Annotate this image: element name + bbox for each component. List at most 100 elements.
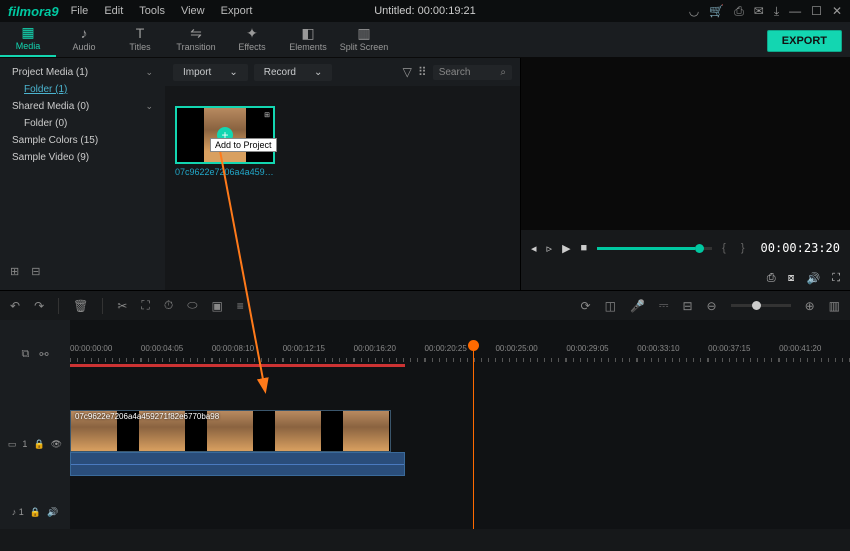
- account-icon[interactable]: ◡: [689, 4, 699, 18]
- timeline-layers-icon[interactable]: ⧉: [21, 348, 29, 361]
- audio-clip[interactable]: [70, 452, 405, 476]
- menu-view[interactable]: View: [181, 5, 205, 17]
- sidebar-footer: ⊞ ⊟: [0, 259, 165, 284]
- playhead[interactable]: [473, 342, 474, 529]
- tab-effects[interactable]: ✦Effects: [224, 21, 280, 57]
- ruler-tick: 00:00:16:20: [354, 344, 425, 364]
- search-icon: ⌕: [500, 67, 506, 78]
- prev-frame-button[interactable]: ◂: [531, 242, 537, 255]
- undo-button[interactable]: ↶: [10, 299, 20, 313]
- menu-export[interactable]: Export: [221, 5, 253, 17]
- audio-track-header[interactable]: ♪ 1 🔒 🔊: [0, 498, 70, 526]
- timeline-clip[interactable]: 07c9622e7206a4a459271f82e6770ba98: [70, 410, 391, 452]
- time-ruler[interactable]: 00:00:00:00 00:00:04:05 00:00:08:10 00:0…: [70, 344, 850, 364]
- timeline-options: ⧉ ⚯: [0, 340, 70, 368]
- speed-button[interactable]: ⏱: [164, 298, 173, 313]
- preview-viewport[interactable]: [521, 58, 850, 230]
- menu-edit[interactable]: Edit: [104, 5, 123, 17]
- preview-footer: ⎙ ⧇ 🔊 ⛶: [521, 266, 850, 290]
- menu-tools[interactable]: Tools: [139, 5, 165, 17]
- zoom-out-button[interactable]: ⊖: [707, 299, 717, 313]
- grid-view-icon[interactable]: ⠿: [418, 65, 427, 79]
- play-button[interactable]: ▶: [562, 242, 570, 255]
- volume-icon[interactable]: 🔊: [807, 272, 821, 285]
- zoom-in-button[interactable]: ⊕: [805, 299, 815, 313]
- sidebar-project-media[interactable]: Project Media (1)⌄: [0, 64, 165, 81]
- maximize-icon[interactable]: ☐: [811, 4, 822, 18]
- tab-elements[interactable]: ◧Elements: [280, 21, 336, 57]
- tab-titles[interactable]: TTitles: [112, 21, 168, 57]
- video-track-header[interactable]: ▭ 1 🔒 👁: [0, 430, 70, 458]
- record-vo-button[interactable]: 🎤: [630, 299, 645, 313]
- clip-frame: [343, 411, 389, 451]
- sidebar-folder-selected[interactable]: Folder (1): [0, 81, 165, 98]
- stop-button[interactable]: ■: [581, 242, 588, 254]
- sidebar-sample-colors[interactable]: Sample Colors (15): [0, 132, 165, 149]
- import-dropdown[interactable]: Import⌄: [173, 64, 248, 81]
- mail-icon[interactable]: ✉: [754, 4, 764, 18]
- eye-icon[interactable]: 👁: [51, 439, 62, 450]
- main-row: Project Media (1)⌄ Folder (1) Shared Med…: [0, 58, 850, 290]
- notification-icon[interactable]: ⎙: [734, 4, 744, 19]
- media-thumbnails: + ⊞ 07c9622e7206a4a4592...: [165, 86, 520, 290]
- lock-icon[interactable]: 🔒: [33, 439, 44, 450]
- snapshot-export-icon[interactable]: ⎙: [767, 272, 776, 285]
- search-input[interactable]: Search⌕: [433, 65, 512, 80]
- new-folder-icon[interactable]: ⊞: [10, 265, 19, 278]
- redo-button[interactable]: ↷: [34, 299, 44, 313]
- close-icon[interactable]: ✕: [832, 4, 842, 18]
- document-title: Untitled: 00:00:19:21: [374, 5, 476, 17]
- export-button[interactable]: EXPORT: [767, 30, 842, 52]
- link-icon[interactable]: ⚯: [39, 348, 48, 361]
- delete-button[interactable]: 🗑: [73, 299, 88, 313]
- app-logo: filmora9: [8, 4, 59, 19]
- sidebar-folder-0[interactable]: Folder (0): [0, 115, 165, 132]
- ruler-tick: 00:00:12:15: [283, 344, 354, 364]
- media-sidebar: Project Media (1)⌄ Folder (1) Shared Med…: [0, 58, 165, 290]
- mark-brackets[interactable]: { }: [722, 242, 750, 254]
- marker-button[interactable]: ◫: [605, 299, 616, 313]
- audio-sync-button[interactable]: ⊟: [682, 299, 692, 313]
- preview-progress[interactable]: [597, 247, 712, 250]
- play-back-button[interactable]: ▹: [547, 242, 553, 255]
- mixer-button[interactable]: ⎓: [659, 298, 669, 313]
- module-tabs: ▦Media ♪Audio TTitles ⇋Transition ✦Effec…: [0, 22, 850, 58]
- music-icon: ♪: [81, 26, 88, 40]
- render-button[interactable]: ⟳: [581, 299, 591, 313]
- menu-file[interactable]: File: [71, 5, 89, 17]
- options-icon[interactable]: ⊞: [264, 111, 270, 119]
- tab-split-screen[interactable]: ▥Split Screen: [336, 21, 392, 57]
- ruler-tick: 00:00:04:05: [141, 344, 212, 364]
- sidebar-shared-media[interactable]: Shared Media (0)⌄: [0, 98, 165, 115]
- color-button[interactable]: ⬭: [187, 298, 197, 313]
- camera-icon[interactable]: ⧇: [788, 272, 795, 285]
- minimize-icon[interactable]: —: [789, 4, 801, 18]
- cart-icon[interactable]: 🛒: [709, 4, 724, 18]
- ruler-tick: 00:00:00:00: [70, 344, 141, 364]
- split-button[interactable]: ✂: [117, 299, 127, 313]
- clip-thumbnail[interactable]: + ⊞: [175, 106, 275, 164]
- download-icon[interactable]: ⤓: [774, 4, 779, 19]
- preview-controls: ◂ ▹ ▶ ■ { } 00:00:23:20: [521, 230, 850, 266]
- timeline: ⧉ ⚯ 00:00:00:00 00:00:04:05 00:00:08:10 …: [0, 320, 850, 529]
- zoom-slider[interactable]: [731, 304, 791, 307]
- media-clip[interactable]: + ⊞ 07c9622e7206a4a4592...: [175, 106, 275, 270]
- tab-media[interactable]: ▦Media: [0, 21, 56, 57]
- fullscreen-icon[interactable]: ⛶: [832, 272, 840, 285]
- crop-button[interactable]: ⛶: [141, 298, 149, 313]
- folder-icon: ▦: [21, 25, 34, 39]
- delete-folder-icon[interactable]: ⊟: [31, 265, 40, 278]
- sidebar-sample-video[interactable]: Sample Video (9): [0, 149, 165, 166]
- zoom-fit-button[interactable]: ▥: [829, 299, 840, 313]
- mute-icon[interactable]: 🔊: [47, 507, 58, 518]
- advanced-button[interactable]: ≡: [237, 299, 244, 313]
- tab-transition[interactable]: ⇋Transition: [168, 21, 224, 57]
- green-screen-button[interactable]: ▣: [211, 299, 222, 313]
- lock-icon[interactable]: 🔒: [30, 507, 41, 518]
- add-to-project-tooltip: Add to Project: [210, 138, 277, 152]
- media-toolbar: Import⌄ Record⌄ ▽ ⠿ Search⌕: [165, 58, 520, 86]
- tab-audio[interactable]: ♪Audio: [56, 21, 112, 57]
- record-dropdown[interactable]: Record⌄: [254, 64, 333, 81]
- effects-icon: ✦: [246, 26, 258, 40]
- filter-icon[interactable]: ▽: [403, 65, 412, 79]
